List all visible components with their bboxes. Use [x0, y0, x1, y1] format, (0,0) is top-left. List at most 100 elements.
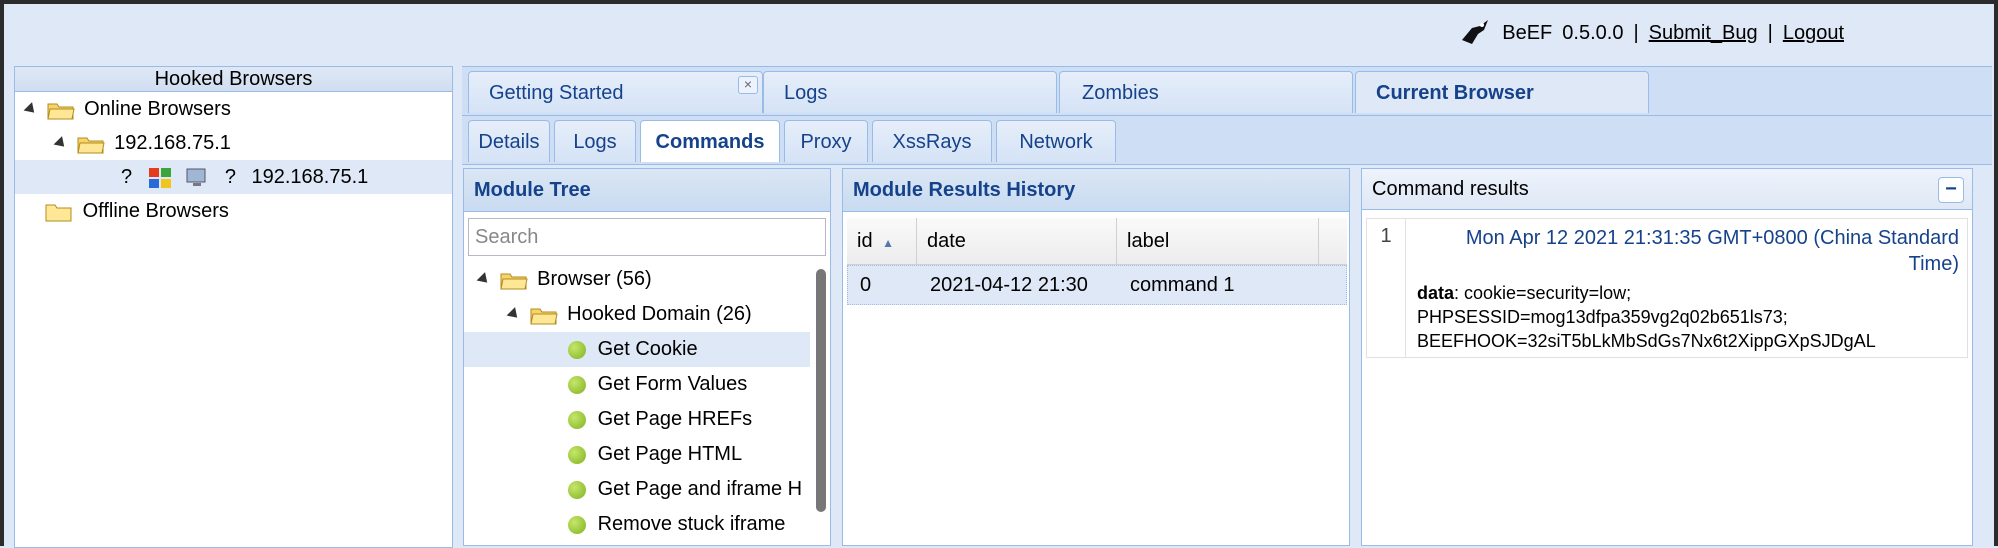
module-label: Get Page and iframe H: [597, 478, 803, 500]
column-header-date[interactable]: date: [917, 218, 1117, 264]
header-links: BeEF 0.5.0.0 | Submit_Bug | Logout: [1458, 18, 1844, 48]
module-status-icon: [568, 340, 586, 359]
computer-icon: [186, 168, 206, 186]
result-timestamp-line: Mon Apr 12 2021 21:31:35 GMT+0800 (China…: [1465, 227, 1959, 249]
cell-id: 0: [860, 274, 872, 296]
app-name: BeEF: [1502, 21, 1553, 44]
beef-logo-icon: [1462, 20, 1489, 44]
module-results-history-panel: Module Results History id ▲ date label 0…: [842, 168, 1350, 546]
module-get-page-hrefs[interactable]: Get Page HREFs: [464, 402, 830, 437]
module-status-icon: [568, 515, 586, 534]
module-get-form-values[interactable]: Get Form Values: [464, 367, 830, 402]
module-search-input[interactable]: Search: [468, 218, 826, 256]
folder-open-icon: [76, 137, 105, 154]
module-tree-scrollbar[interactable]: [816, 269, 826, 512]
sub-tab-bar: Details Logs Commands Proxy XssRays Netw…: [462, 116, 1992, 165]
tree-node-online-browsers[interactable]: Online Browsers: [15, 92, 452, 126]
cell-label: command 1: [1130, 274, 1235, 296]
module-remove-stuck-iframe[interactable]: Remove stuck iframe: [464, 507, 830, 542]
module-category-browser[interactable]: Browser (56): [464, 262, 830, 297]
tab-label: Logs: [784, 82, 828, 104]
result-timestamp: Mon Apr 12 2021 21:31:35 GMT+0800 (China…: [1411, 219, 1967, 277]
results-grid-header: id ▲ date label: [847, 218, 1347, 265]
windows-os-icon: [148, 167, 171, 188]
module-get-page-html[interactable]: Get Page HTML: [464, 437, 830, 472]
unknown-hw-icon: ?: [224, 166, 236, 188]
tab-logs[interactable]: Logs: [763, 71, 1057, 113]
hooked-browsers-panel: Hooked Browsers Online Browsers 192.168.…: [14, 66, 453, 548]
results-history-title: Module Results History: [843, 169, 1349, 212]
data-key: data: [1417, 283, 1455, 303]
tab-current-browser[interactable]: Current Browser: [1355, 71, 1649, 113]
offline-browsers-label: Offline Browsers: [82, 200, 229, 222]
module-label: Browser (56): [537, 268, 652, 290]
logout-link[interactable]: Logout: [1783, 22, 1844, 45]
subtab-details[interactable]: Details: [468, 120, 550, 162]
command-results-title: Command results: [1372, 178, 1529, 200]
column-header-id[interactable]: id ▲: [847, 218, 917, 264]
module-get-page-and-iframe[interactable]: Get Page and iframe H: [464, 472, 808, 507]
tab-zombies[interactable]: Zombies: [1059, 71, 1353, 113]
table-row[interactable]: 0 2021-04-12 21:30 command 1: [847, 265, 1347, 305]
result-timestamp-line: Time): [1908, 253, 1959, 275]
tab-label: Zombies: [1082, 82, 1159, 104]
subtab-commands[interactable]: Commands: [640, 120, 780, 162]
tab-label: Current Browser: [1376, 82, 1534, 104]
close-icon[interactable]: ×: [738, 76, 758, 94]
module-tree-title: Module Tree: [464, 169, 830, 212]
cell-date: 2021-04-12 21:30: [930, 274, 1088, 296]
module-get-cookie[interactable]: Get Cookie: [464, 332, 810, 367]
module-tree-panel: Module Tree Search Browser (56) Hooked D…: [463, 168, 831, 546]
result-data: data: cookie=security=low; PHPSESSID=mog…: [1411, 277, 1967, 357]
subtab-network[interactable]: Network: [996, 120, 1116, 162]
top-header: BeEF 0.5.0.0 | Submit_Bug | Logout: [4, 4, 1994, 64]
module-label: Get Page HREFs: [597, 408, 753, 430]
expand-triangle-icon[interactable]: [23, 102, 39, 118]
command-results-header: Command results −: [1362, 169, 1972, 210]
folder-open-icon: [46, 103, 75, 120]
folder-open-icon: [499, 273, 528, 290]
module-status-icon: [568, 375, 586, 394]
window-frame-left: [0, 0, 4, 546]
collapse-icon[interactable]: −: [1938, 177, 1964, 203]
result-line-number: 1: [1367, 219, 1406, 357]
module-status-icon: [568, 410, 586, 429]
submit-bug-link[interactable]: Submit_Bug: [1649, 22, 1758, 45]
tab-getting-started[interactable]: Getting Started ×: [468, 71, 763, 113]
subtab-proxy[interactable]: Proxy: [784, 120, 868, 162]
expand-triangle-icon[interactable]: [506, 307, 522, 323]
expand-triangle-icon[interactable]: [53, 136, 69, 152]
command-result-entry: 1 Mon Apr 12 2021 21:31:35 GMT+0800 (Chi…: [1366, 218, 1968, 358]
folder-closed-icon: [45, 204, 72, 222]
module-status-icon: [568, 445, 586, 464]
folder-open-icon: [529, 308, 558, 325]
module-status-icon: [568, 480, 586, 499]
sort-ascending-icon: ▲: [882, 236, 895, 250]
module-label: Remove stuck iframe: [597, 513, 786, 535]
data-value: PHPSESSID=mog13dfpa359vg2q02b651ls73;: [1417, 307, 1788, 327]
data-value: : cookie=security=low;: [1454, 283, 1632, 303]
window-frame-right: [1994, 0, 1998, 546]
online-browsers-label: Online Browsers: [84, 98, 231, 120]
subtab-logs[interactable]: Logs: [554, 120, 636, 162]
module-category-hooked-domain[interactable]: Hooked Domain (26): [464, 297, 830, 332]
subtab-xssrays[interactable]: XssRays: [872, 120, 992, 162]
module-label: Get Cookie: [597, 338, 698, 360]
data-value: BEEFHOOK=32siT5bLkMbSdGs7Nx6t2XippGXpSJD…: [1417, 331, 1876, 351]
command-results-panel: Command results − 1 Mon Apr 12 2021 21:3…: [1361, 168, 1973, 546]
tree-node-subnet[interactable]: 192.168.75.1: [15, 126, 452, 160]
column-header-label[interactable]: label: [1117, 218, 1319, 264]
expand-triangle-icon[interactable]: [476, 272, 492, 288]
header-separator: |: [1633, 21, 1639, 44]
tree-node-hooked-browser[interactable]: ? ? 192.168.75.1: [15, 160, 452, 194]
module-label: Get Page HTML: [597, 443, 743, 465]
unknown-browser-icon: ?: [121, 166, 133, 188]
hooked-browsers-title: Hooked Browsers: [15, 67, 452, 92]
subnet-label: 192.168.75.1: [114, 132, 231, 154]
header-separator: |: [1767, 21, 1773, 44]
column-label: id: [857, 230, 873, 252]
browser-ip-label: 192.168.75.1: [251, 166, 369, 188]
module-label: Hooked Domain (26): [567, 303, 752, 325]
tree-node-offline-browsers[interactable]: Offline Browsers: [15, 194, 452, 228]
main-tab-bar: Getting Started × Logs Zombies Current B…: [462, 66, 1992, 116]
